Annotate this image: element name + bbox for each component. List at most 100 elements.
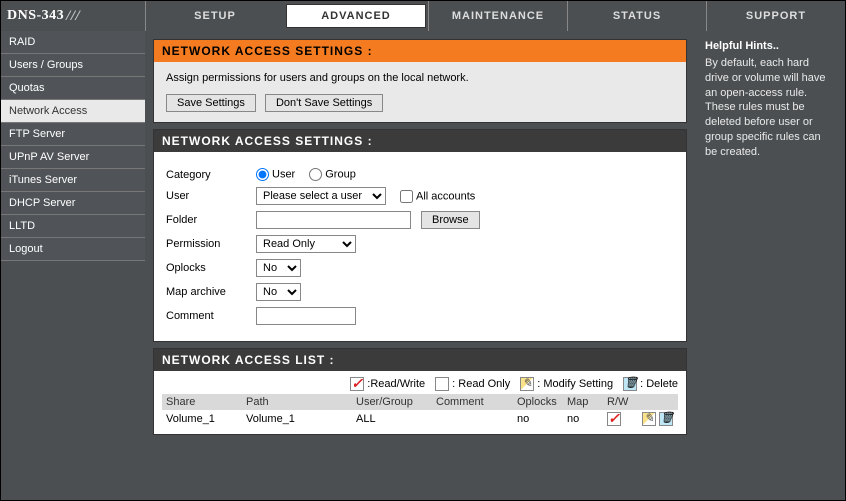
tab-status[interactable]: STATUS (567, 1, 706, 31)
th-share: Share (162, 394, 242, 410)
form-panel: NETWORK ACCESS SETTINGS : Category User … (153, 129, 687, 342)
save-settings-button[interactable]: Save Settings (166, 94, 256, 112)
hints-column: Helpful Hints.. By default, each hard dr… (695, 31, 845, 500)
brand-model: DNS-343 (7, 8, 64, 24)
th-map: Map (563, 394, 603, 410)
radio-user-label: User (272, 168, 295, 180)
browse-button[interactable]: Browse (421, 211, 480, 229)
user-select[interactable]: Please select a user (256, 187, 386, 205)
main-area: NETWORK ACCESS SETTINGS : Assign permiss… (145, 31, 695, 500)
rw-check-icon (607, 412, 621, 426)
row-maparchive: Map archive No (166, 283, 674, 301)
sidebar: RAID Users / Groups Quotas Network Acces… (1, 31, 145, 500)
radio-user-wrap[interactable]: User (256, 168, 295, 181)
access-list-table: Share Path User/Group Comment Oplocks Ma… (162, 394, 678, 428)
all-accounts-label: All accounts (416, 190, 475, 202)
all-accounts-checkbox[interactable] (400, 190, 413, 203)
table-header-row: Share Path User/Group Comment Oplocks Ma… (162, 394, 678, 410)
list-panel-body: :Read/Write : Read Only : Modify Setting… (154, 371, 686, 434)
oplocks-select[interactable]: No (256, 259, 301, 277)
table-row: Volume_1 Volume_1 ALL no no (162, 410, 678, 428)
folder-input[interactable] (256, 211, 411, 229)
hints-title: Helpful Hints.. (705, 39, 835, 54)
comment-input[interactable] (256, 307, 356, 325)
label-folder: Folder (166, 214, 256, 226)
settings-panel: NETWORK ACCESS SETTINGS : Assign permiss… (153, 39, 687, 123)
hints-body: By default, each hard drive or volume wi… (705, 56, 835, 160)
radio-user[interactable] (256, 168, 269, 181)
label-oplocks: Oplocks (166, 262, 256, 274)
sidebar-item-logout[interactable]: Logout (1, 238, 145, 261)
tab-advanced[interactable]: ADVANCED (286, 4, 426, 28)
tab-setup[interactable]: SETUP (145, 1, 284, 31)
label-comment: Comment (166, 310, 256, 322)
legend-ro: : Read Only (435, 377, 510, 391)
tab-support[interactable]: SUPPORT (706, 1, 845, 31)
list-panel: NETWORK ACCESS LIST : :Read/Write : Read… (153, 348, 687, 435)
settings-description: Assign permissions for users and groups … (166, 72, 674, 84)
cell-map: no (563, 410, 603, 428)
permission-select[interactable]: Read Only (256, 235, 356, 253)
sidebar-item-raid[interactable]: RAID (1, 31, 145, 54)
cell-actions (638, 410, 678, 428)
cell-usergroup: ALL (352, 410, 432, 428)
sidebar-item-quotas[interactable]: Quotas (1, 77, 145, 100)
th-oplocks: Oplocks (513, 394, 563, 410)
sidebar-item-upnp-av-server[interactable]: UPnP AV Server (1, 146, 145, 169)
modify-button[interactable] (642, 412, 656, 426)
body-row: RAID Users / Groups Quotas Network Acces… (1, 31, 845, 500)
brand-cell: DNS-343 /// (1, 1, 145, 31)
row-oplocks: Oplocks No (166, 259, 674, 277)
cell-share: Volume_1 (162, 410, 242, 428)
box-icon (435, 377, 449, 391)
label-permission: Permission (166, 238, 256, 250)
sidebar-item-lltd[interactable]: LLTD (1, 215, 145, 238)
sidebar-item-network-access[interactable]: Network Access (1, 100, 145, 123)
label-category: Category (166, 169, 256, 181)
maparchive-select[interactable]: No (256, 283, 301, 301)
cell-rw (603, 410, 638, 428)
sidebar-item-ftp-server[interactable]: FTP Server (1, 123, 145, 146)
th-usergroup: User/Group (352, 394, 432, 410)
sidebar-item-itunes-server[interactable]: iTunes Server (1, 169, 145, 192)
label-user: User (166, 190, 256, 202)
delete-button[interactable] (659, 412, 673, 426)
radio-group-wrap[interactable]: Group (309, 168, 356, 181)
pencil-icon (520, 377, 534, 391)
th-path: Path (242, 394, 352, 410)
row-comment: Comment (166, 307, 674, 325)
cell-oplocks: no (513, 410, 563, 428)
label-maparchive: Map archive (166, 286, 256, 298)
legend-delete: : Delete (623, 377, 678, 391)
cell-path: Volume_1 (242, 410, 352, 428)
legend-row: :Read/Write : Read Only : Modify Setting… (162, 377, 678, 391)
trash-icon (623, 377, 637, 391)
radio-group-label: Group (325, 168, 356, 180)
row-category: Category User Group (166, 168, 674, 181)
th-rw: R/W (603, 394, 638, 410)
th-comment: Comment (432, 394, 513, 410)
form-panel-body: Category User Group User Please select a… (154, 152, 686, 341)
top-tabs: SETUP ADVANCED MAINTENANCE STATUS SUPPOR… (145, 1, 845, 31)
row-folder: Folder Browse (166, 211, 674, 229)
sidebar-item-users-groups[interactable]: Users / Groups (1, 54, 145, 77)
th-actions (638, 394, 678, 410)
row-permission: Permission Read Only (166, 235, 674, 253)
tab-maintenance[interactable]: MAINTENANCE (428, 1, 567, 31)
legend-rw: :Read/Write (350, 377, 425, 391)
legend-modify: : Modify Setting (520, 377, 613, 391)
row-user: User Please select a user All accounts (166, 187, 674, 205)
check-icon (350, 377, 364, 391)
brand-slashes: /// (66, 8, 80, 25)
list-panel-title: NETWORK ACCESS LIST : (154, 349, 686, 371)
app-frame: DNS-343 /// SETUP ADVANCED MAINTENANCE S… (0, 0, 846, 501)
form-panel-title: NETWORK ACCESS SETTINGS : (154, 130, 686, 152)
sidebar-item-dhcp-server[interactable]: DHCP Server (1, 192, 145, 215)
settings-panel-title: NETWORK ACCESS SETTINGS : (154, 40, 686, 62)
top-bar: DNS-343 /// SETUP ADVANCED MAINTENANCE S… (1, 1, 845, 31)
cell-comment (432, 410, 513, 428)
settings-panel-body: Assign permissions for users and groups … (154, 62, 686, 122)
all-accounts-wrap[interactable]: All accounts (400, 190, 475, 203)
radio-group[interactable] (309, 168, 322, 181)
dont-save-settings-button[interactable]: Don't Save Settings (265, 94, 383, 112)
